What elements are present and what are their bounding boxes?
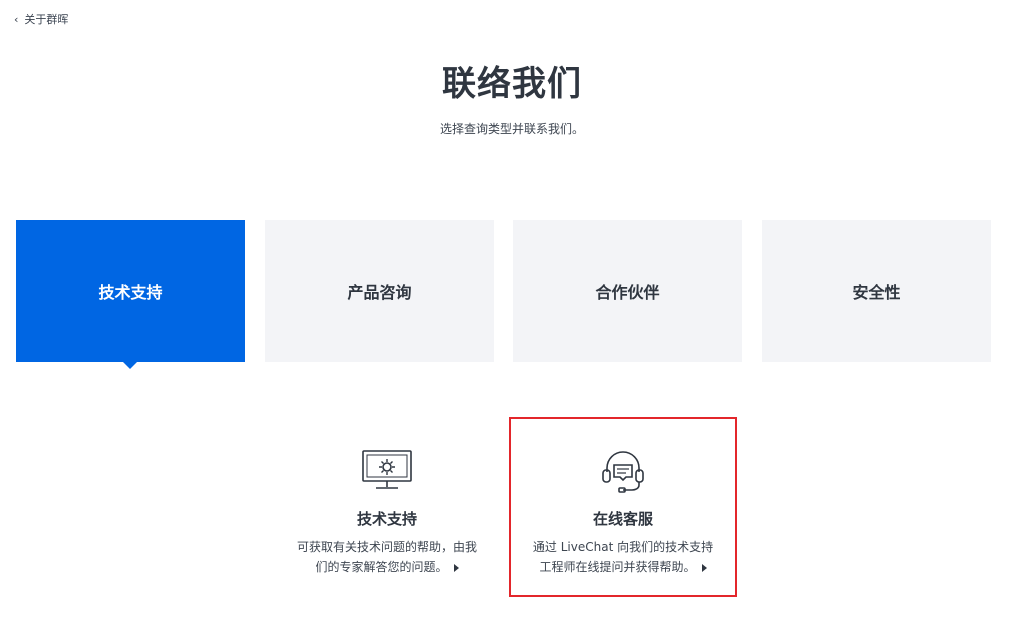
tab-partners[interactable]: 合作伙伴 bbox=[513, 220, 742, 362]
inquiry-type-tabs: 技术支持 产品咨询 合作伙伴 安全性 bbox=[16, 220, 991, 369]
tab-label: 合作伙伴 bbox=[595, 283, 660, 302]
chevron-left-icon: ‹ bbox=[14, 12, 19, 26]
tab-security[interactable]: 安全性 bbox=[762, 220, 991, 362]
card-desc-line: 通过 LiveChat 向我们的技术支持 bbox=[532, 540, 714, 554]
card-title: 在线客服 bbox=[592, 510, 653, 528]
page-subtitle: 选择查询类型并联系我们。 bbox=[439, 122, 584, 136]
tab-label: 安全性 bbox=[852, 283, 901, 302]
tab-technical-support[interactable]: 技术支持 bbox=[16, 220, 245, 369]
tab-label: 技术支持 bbox=[98, 283, 163, 302]
card-desc-line: 工程师在线提问并获得帮助。 bbox=[539, 560, 696, 574]
tab-label: 产品咨询 bbox=[347, 283, 412, 302]
card-desc-line-wrap: 们的专家解答您的问题。 bbox=[282, 557, 492, 577]
tab-product-inquiry[interactable]: 产品咨询 bbox=[265, 220, 494, 362]
page-title: 联络我们 bbox=[442, 64, 582, 104]
card-desc-line: 们的专家解答您的问题。 bbox=[315, 560, 448, 574]
live-chat-card[interactable]: 在线客服 通过 LiveChat 向我们的技术支持 工程师在线提问并获得帮助。 bbox=[510, 418, 736, 596]
monitor-gear-icon bbox=[274, 448, 500, 492]
active-tab-pointer bbox=[123, 362, 137, 369]
caret-right-icon bbox=[701, 563, 707, 572]
card-desc-line: 可获取有关技术问题的帮助，由我 bbox=[296, 540, 477, 554]
back-link-label: 关于群晖 bbox=[24, 13, 69, 26]
card-desc-line-wrap: 工程师在线提问并获得帮助。 bbox=[518, 557, 728, 577]
headset-chat-icon bbox=[510, 448, 736, 493]
back-link[interactable]: ‹ 关于群晖 bbox=[14, 11, 68, 27]
card-description: 通过 LiveChat 向我们的技术支持 工程师在线提问并获得帮助。 bbox=[518, 537, 728, 577]
technical-support-card[interactable]: 技术支持 可获取有关技术问题的帮助，由我 们的专家解答您的问题。 bbox=[274, 418, 500, 596]
card-title: 技术支持 bbox=[356, 510, 417, 528]
card-description: 可获取有关技术问题的帮助，由我 们的专家解答您的问题。 bbox=[282, 537, 492, 577]
caret-right-icon bbox=[453, 563, 459, 572]
